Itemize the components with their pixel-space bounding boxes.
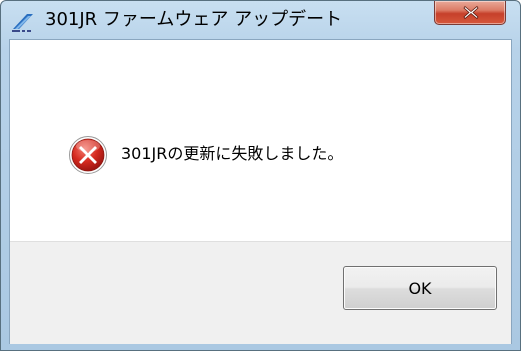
ok-button[interactable]: OK	[343, 266, 497, 310]
dialog-window: 301JR ファームウェア アップデート 301JRの更新に失敗しました。 OK	[0, 0, 521, 351]
app-icon	[11, 11, 35, 33]
close-button[interactable]	[434, 1, 506, 25]
title-bar[interactable]: 301JR ファームウェア アップデート	[1, 1, 520, 39]
window-title: 301JR ファームウェア アップデート	[45, 9, 343, 30]
close-x-icon	[463, 5, 479, 20]
button-bar: OK	[10, 241, 511, 344]
dialog-client-area: 301JRの更新に失敗しました。 OK	[9, 39, 512, 344]
error-icon	[68, 135, 108, 175]
error-message: 301JRの更新に失敗しました。	[121, 144, 344, 163]
message-area: 301JRの更新に失敗しました。	[10, 40, 511, 240]
